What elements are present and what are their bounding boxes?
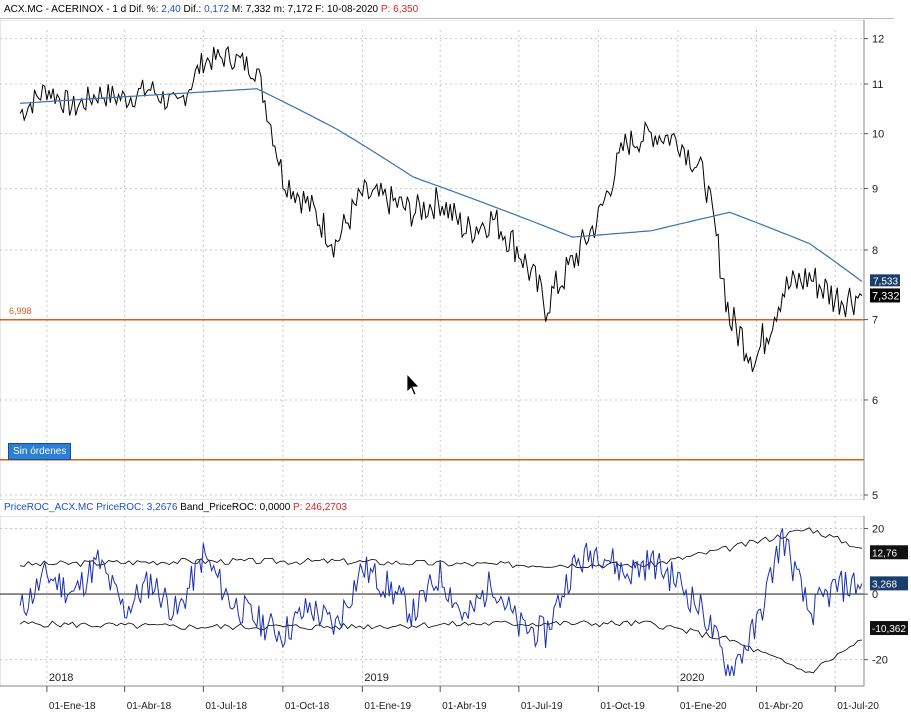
p-label: P: 6,350 xyxy=(380,4,419,15)
month-label: 01-Jul-20 xyxy=(837,701,879,712)
price-chart[interactable]: 5 6 7 8 9 10 11 12 7,533 7,332 xyxy=(0,20,911,500)
roc-y-axis: 20 0 -20 xyxy=(863,516,911,686)
month-label: 01-Jul-18 xyxy=(205,701,247,712)
ma-value-label: 7,533 xyxy=(873,276,898,287)
roc-grid xyxy=(0,516,865,687)
date-label: F: 10-08-2020 xyxy=(315,4,379,15)
year-label: 2018 xyxy=(49,672,73,684)
osc-value-label: PriceROC: 3,2676 xyxy=(96,502,178,513)
price-y-tick-label: 12 xyxy=(872,34,884,46)
support-line-label: 6,998 xyxy=(9,306,32,316)
month-label: 01-Jul-19 xyxy=(521,701,563,712)
month-label: 01-Ene-18 xyxy=(49,701,96,712)
roc-oscillator-chart[interactable]: 20 0 -20 12,76 3,268 -10,362 2018 2019 2020 01-… xyxy=(0,516,911,719)
dif-value: 0,172 xyxy=(204,4,230,15)
month-label: 01-Oct-18 xyxy=(285,701,330,712)
year-label: 2019 xyxy=(364,672,388,684)
year-label: 2020 xyxy=(680,672,704,684)
price-axis-bg xyxy=(864,20,911,500)
price-plot-area xyxy=(0,20,865,500)
price-grid xyxy=(0,20,865,500)
oscillator-header: PriceROC_ACX.MC PriceROC: 3,2676 Band_Pr… xyxy=(0,500,894,516)
month-label: 01-Abr-20 xyxy=(759,701,804,712)
roc-y-tick-label: 0 xyxy=(872,589,878,601)
price-y-tick-label: 5 xyxy=(872,490,878,500)
price-y-tick-label: 8 xyxy=(872,245,878,257)
month-label: 01-Oct-19 xyxy=(600,701,645,712)
month-label: 01-Ene-19 xyxy=(364,701,411,712)
osc-name: PriceROC_ACX.MC xyxy=(4,502,94,513)
month-label: 01-Abr-19 xyxy=(442,701,487,712)
roc-badges: 12,76 3,268 -10,362 xyxy=(870,545,908,636)
osc-p-label: P: 246,2703 xyxy=(293,502,347,513)
min-label: m: 7,172 xyxy=(273,4,313,15)
roc-value-label: 12,76 xyxy=(872,548,897,559)
roc-plot-area xyxy=(0,516,865,687)
price-y-tick-label: 10 xyxy=(872,129,884,141)
dif-pct-value: 2,40 xyxy=(161,4,181,15)
month-label: 01-Abr-18 xyxy=(127,701,172,712)
price-y-tick-label: 6 xyxy=(872,395,878,407)
chart-header: ACX.MC - ACERINOX - 1 d Dif. %: 2,40 Dif… xyxy=(0,2,894,19)
price-y-tick-label: 9 xyxy=(872,184,878,196)
dif-pct-label: Dif. %: xyxy=(129,4,159,15)
osc-band-label: Band_PriceROC: 0,0000 xyxy=(180,502,291,513)
price-y-tick-label: 7 xyxy=(872,315,878,327)
no-orders-badge[interactable]: Sin órdenes xyxy=(8,443,72,460)
roc-y-tick-label: 20 xyxy=(872,524,884,536)
last-price-label: 7,332 xyxy=(872,290,900,302)
roc-value-label: -10,362 xyxy=(872,624,906,635)
dif-label: Dif.: xyxy=(183,4,202,15)
roc-y-tick-label: -20 xyxy=(872,655,888,667)
month-label: 01-Ene-20 xyxy=(680,701,727,712)
symbol-label: ACX.MC - ACERINOX - 1 d xyxy=(4,4,127,15)
max-label: M: 7,332 xyxy=(231,4,271,15)
roc-value-label: 3,268 xyxy=(872,579,897,590)
price-y-tick-label: 11 xyxy=(872,79,883,91)
price-y-axis: 5 6 7 8 9 10 11 12 xyxy=(863,20,911,500)
